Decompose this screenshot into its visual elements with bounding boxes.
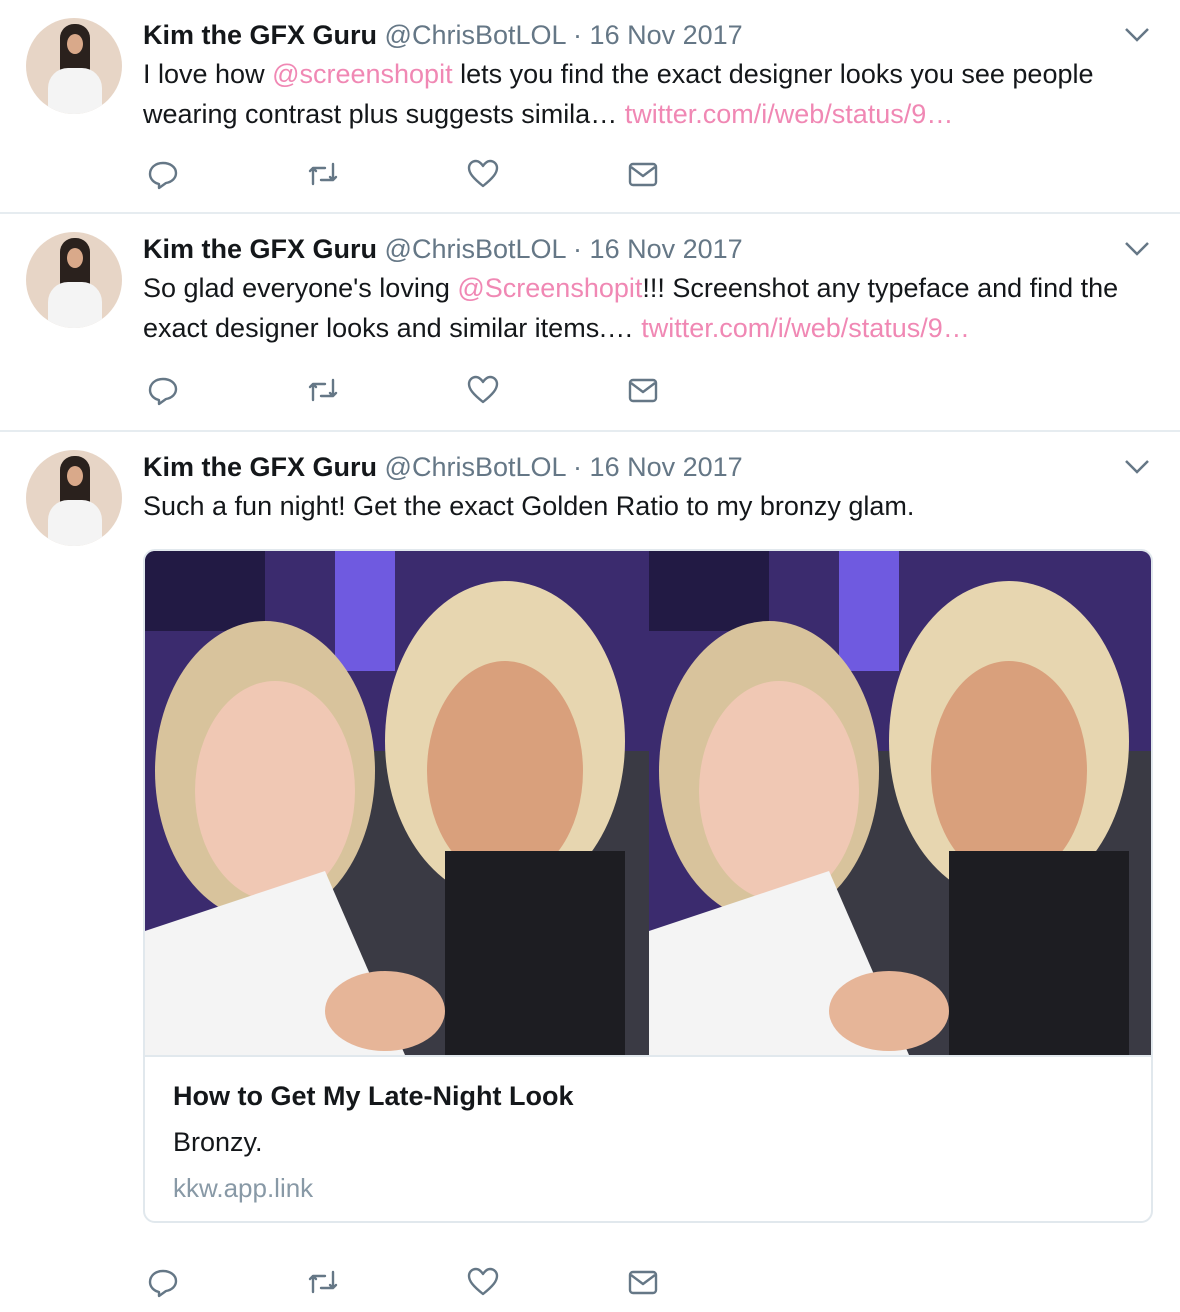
user-name[interactable]: Kim the GFX Guru — [143, 452, 377, 482]
photo-illustration — [649, 551, 1151, 1055]
user-name[interactable]: Kim the GFX Guru — [143, 20, 377, 50]
card-photo — [145, 551, 649, 1055]
card-image[interactable] — [145, 551, 1151, 1055]
reply-icon — [148, 161, 178, 190]
reply-button[interactable] — [147, 374, 183, 410]
card-info[interactable]: How to Get My Late-Night Look Bronzy. kk… — [145, 1055, 1151, 1221]
user-name[interactable]: Kim the GFX Guru — [143, 234, 377, 264]
tweet-text-part: I love how — [143, 59, 273, 89]
retweet-icon — [308, 162, 338, 186]
tweet-text: Such a fun night! Get the exact Golden R… — [143, 491, 915, 521]
separator: · — [573, 20, 583, 50]
chevron-down-icon[interactable] — [1124, 26, 1150, 44]
reply-button[interactable] — [147, 1266, 183, 1302]
like-button[interactable] — [467, 1266, 503, 1302]
tweet[interactable]: Kim the GFX Guru @ChrisBotLOL · 16 Nov 2… — [0, 0, 1180, 214]
tweet-date[interactable]: 16 Nov 2017 — [590, 20, 743, 50]
tweet-text: So glad everyone's loving @Screenshopit!… — [143, 268, 1143, 348]
heart-icon — [467, 159, 499, 188]
tweet-url-link[interactable]: twitter.com/i/web/status/9… — [625, 99, 954, 129]
chevron-down-icon[interactable] — [1124, 458, 1150, 476]
chevron-down-icon[interactable] — [1124, 240, 1150, 258]
card-title: How to Get My Late-Night Look — [173, 1081, 574, 1111]
message-button[interactable] — [627, 1266, 663, 1302]
retweet-icon — [308, 1270, 338, 1294]
envelope-icon — [628, 378, 658, 403]
card-domain: kkw.app.link — [173, 1173, 314, 1203]
user-handle[interactable]: @ChrisBotLOL — [385, 234, 566, 264]
envelope-icon — [628, 1270, 658, 1295]
tweet-actions — [143, 374, 683, 410]
mention-link[interactable]: @screenshopit — [272, 59, 453, 89]
separator: · — [573, 234, 583, 264]
retweet-button[interactable] — [307, 374, 343, 410]
retweet-button[interactable] — [307, 158, 343, 194]
tweet-text-part: So glad everyone's loving — [143, 273, 458, 303]
tweet-date[interactable]: 16 Nov 2017 — [590, 452, 743, 482]
tweet-actions — [143, 158, 683, 194]
message-button[interactable] — [627, 374, 663, 410]
link-card[interactable]: How to Get My Late-Night Look Bronzy. kk… — [143, 549, 1153, 1223]
tweet[interactable]: Kim the GFX Guru @ChrisBotLOL · 16 Nov 2… — [0, 432, 1180, 1312]
tweet-url-link[interactable]: twitter.com/i/web/status/9… — [641, 313, 970, 343]
reply-button[interactable] — [147, 158, 183, 194]
tweet-text: I love how @screenshopit lets you find t… — [143, 54, 1143, 134]
heart-icon — [467, 1267, 499, 1296]
avatar[interactable] — [26, 18, 122, 114]
retweet-button[interactable] — [307, 1266, 343, 1302]
heart-icon — [467, 375, 499, 404]
reply-icon — [148, 377, 178, 406]
like-button[interactable] — [467, 158, 503, 194]
user-handle[interactable]: @ChrisBotLOL — [385, 452, 566, 482]
separator: · — [573, 452, 583, 482]
tweet[interactable]: Kim the GFX Guru @ChrisBotLOL · 16 Nov 2… — [0, 214, 1180, 432]
envelope-icon — [628, 162, 658, 187]
retweet-icon — [308, 378, 338, 402]
avatar[interactable] — [26, 232, 122, 328]
avatar[interactable] — [26, 450, 122, 546]
tweet-date[interactable]: 16 Nov 2017 — [590, 234, 743, 264]
tweet-header: Kim the GFX Guru @ChrisBotLOL · 16 Nov 2… — [143, 18, 743, 52]
tweet-header: Kim the GFX Guru @ChrisBotLOL · 16 Nov 2… — [143, 232, 743, 266]
card-photo — [649, 551, 1151, 1055]
message-button[interactable] — [627, 158, 663, 194]
card-description: Bronzy. — [173, 1127, 263, 1157]
like-button[interactable] — [467, 374, 503, 410]
tweet-actions — [143, 1266, 683, 1302]
tweet-header: Kim the GFX Guru @ChrisBotLOL · 16 Nov 2… — [143, 450, 743, 484]
photo-illustration — [145, 551, 649, 1055]
user-handle[interactable]: @ChrisBotLOL — [385, 20, 566, 50]
mention-link[interactable]: @Screenshopit — [457, 273, 642, 303]
reply-icon — [148, 1269, 178, 1298]
